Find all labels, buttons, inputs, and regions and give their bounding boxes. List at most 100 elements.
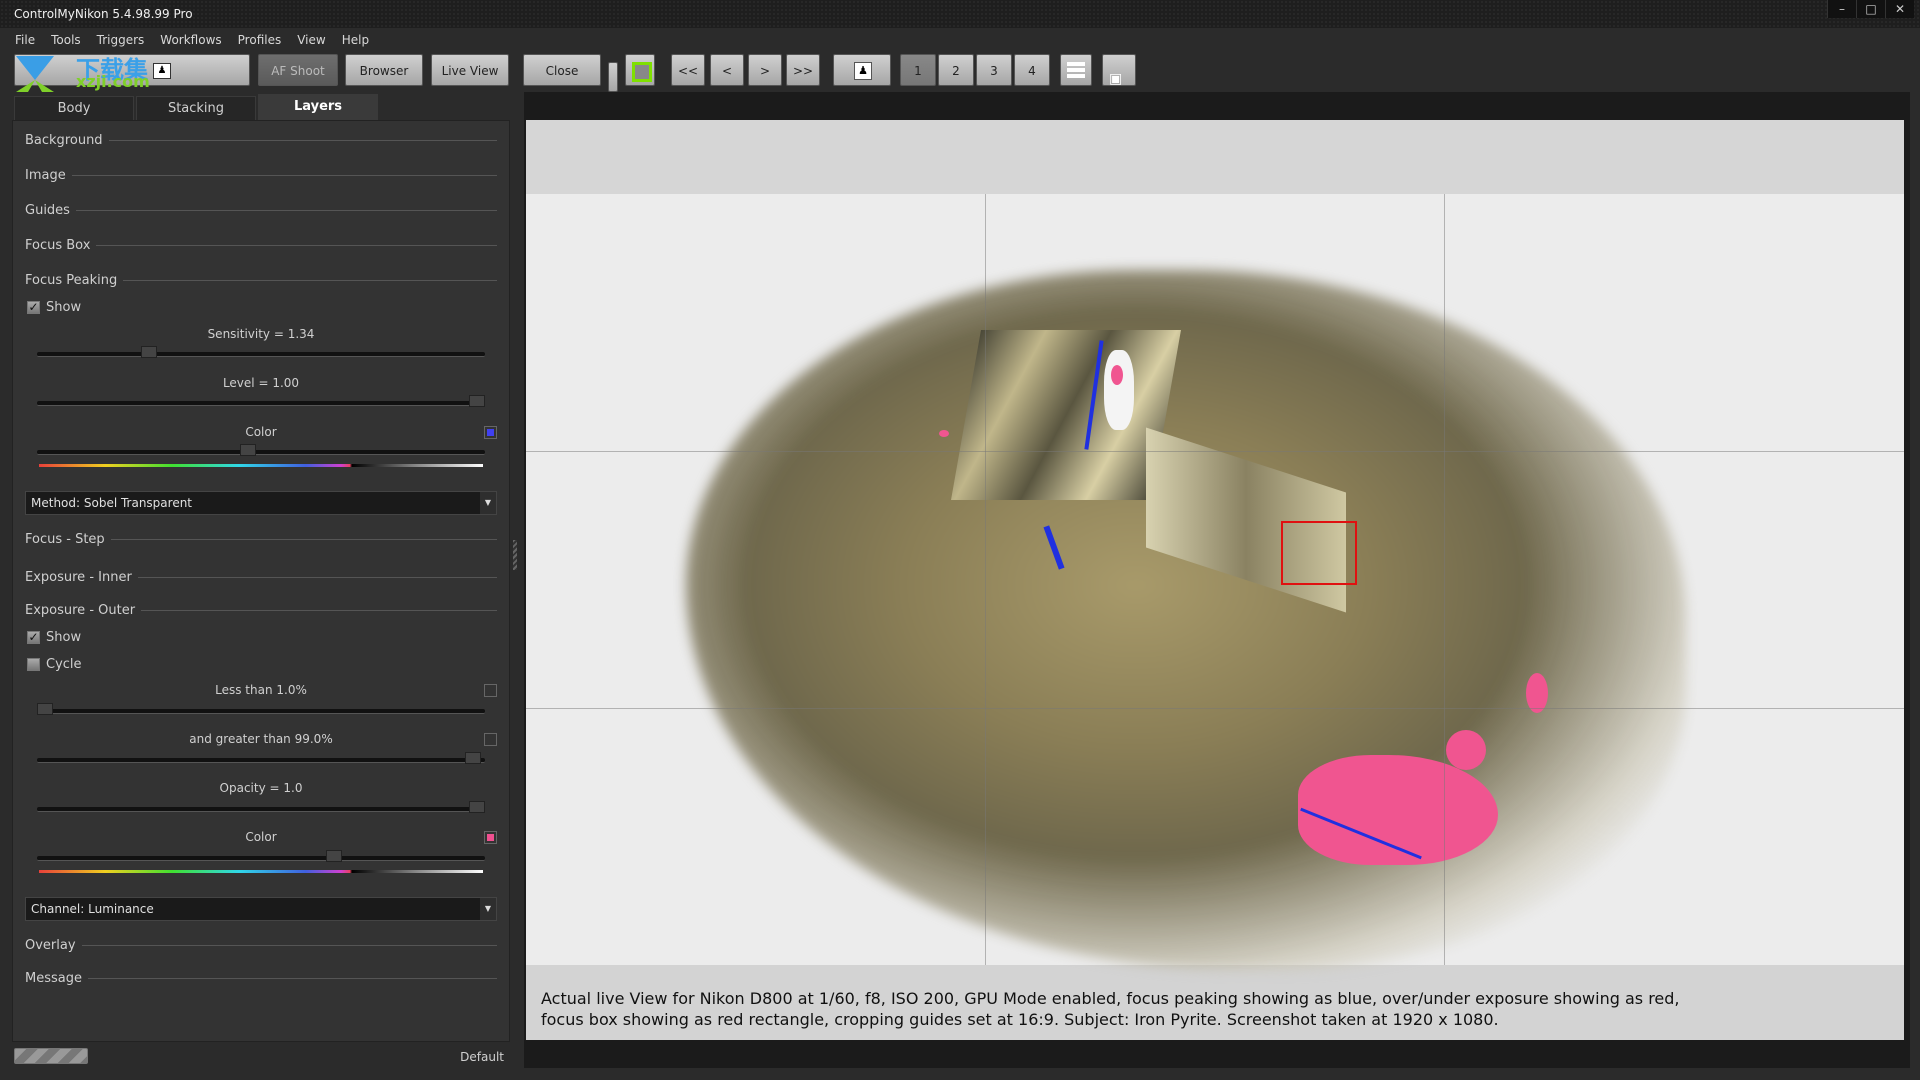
exposure-warning-region [939,430,949,437]
section-focus-box[interactable]: Focus Box [25,238,497,253]
close-live-view-button[interactable]: Close [523,54,601,86]
section-guides[interactable]: Guides [25,203,497,218]
minimize-button[interactable]: – [1827,0,1856,18]
color-chip [487,834,494,841]
panel-splitter[interactable] [513,540,517,570]
prev-button[interactable]: < [710,54,744,86]
section-background[interactable]: Background [25,133,497,148]
menu-view[interactable]: View [290,30,332,50]
hamburger-icon [1067,62,1085,78]
crop-guide-horizontal [526,708,1904,709]
window-controls: – □ ✕ [1827,0,1914,18]
exposure-color-swatch[interactable] [484,831,497,844]
af-shoot-button[interactable]: AF Shoot [258,54,338,86]
greater-than-checkbox[interactable] [484,733,497,746]
live-view-button[interactable]: Live View [431,54,509,86]
last-button[interactable]: >> [786,54,820,86]
section-exposure-inner[interactable]: Exposure - Inner [25,570,497,585]
menu-help[interactable]: Help [335,30,376,50]
menu-profiles[interactable]: Profiles [231,30,289,50]
chevron-down-icon: ▼ [480,898,496,920]
person-detect-button[interactable]: ♟ [833,54,891,86]
menu-triggers[interactable]: Triggers [90,30,152,50]
page-1-button[interactable]: 1 [900,54,936,86]
section-label: Focus Box [25,238,91,253]
less-than-label: Less than 1.0% [215,683,307,697]
tab-body[interactable]: Body [14,96,134,121]
section-message[interactable]: Message [25,971,497,986]
section-focus-step[interactable]: Focus - Step [25,532,497,547]
menu-workflows[interactable]: Workflows [153,30,228,50]
section-image[interactable]: Image [25,168,497,183]
section-focus-peaking[interactable]: Focus Peaking [25,273,497,288]
section-overlay[interactable]: Overlay [25,938,497,953]
slider-thumb[interactable] [240,444,257,456]
channel-dropdown[interactable]: Channel: Luminance ▼ [25,897,497,921]
live-view-image[interactable]: Actual live View for Nikon D800 at 1/60,… [526,120,1904,1040]
video-camera-button[interactable]: ▣ [1102,54,1136,87]
opacity-slider[interactable] [37,801,485,813]
close-window-button[interactable]: ✕ [1885,0,1914,18]
color-chip [487,429,494,436]
slider-thumb[interactable] [37,703,53,715]
crop-guide-vertical [985,194,986,965]
section-exposure-outer[interactable]: Exposure - Outer [25,603,497,618]
page-3-button[interactable]: 3 [976,54,1012,86]
overlay-toggle-button[interactable] [625,54,655,86]
person-icon: ♟ [854,62,872,80]
section-label: Overlay [25,938,76,953]
peaking-show-checkbox[interactable]: ✓ Show [27,300,81,315]
peaking-color-swatch[interactable] [484,426,497,439]
exposure-show-checkbox[interactable]: ✓ Show [27,630,81,645]
checkbox-checked-icon: ✓ [27,300,40,314]
page-4-button[interactable]: 4 [1014,54,1050,86]
exposure-color-slider[interactable] [37,850,485,862]
slider-thumb[interactable] [326,850,343,862]
green-frame-icon [632,62,652,82]
status-bar: Default [12,1046,510,1070]
section-label: Image [25,168,66,183]
watermark-logo [16,56,54,92]
mini-slider-handle[interactable] [608,62,618,92]
menu-lines-button[interactable] [1060,54,1092,86]
section-label: Guides [25,203,70,218]
tab-stacking[interactable]: Stacking [136,96,256,121]
section-label: Exposure - Inner [25,570,132,585]
next-button[interactable]: > [748,54,782,86]
maximize-button[interactable]: □ [1856,0,1885,18]
divider [87,978,497,979]
menu-file[interactable]: File [8,30,42,50]
menu-tools[interactable]: Tools [44,30,88,50]
greater-than-label: and greater than 99.0% [189,732,333,746]
exposure-cycle-checkbox[interactable]: Cycle [27,657,82,672]
checkbox-checked-icon: ✓ [27,630,40,644]
exposure-color-label: Color [245,830,277,844]
less-than-checkbox[interactable] [484,684,497,697]
tab-layers[interactable]: Layers [258,94,378,121]
slider-thumb[interactable] [464,752,481,764]
method-dropdown[interactable]: Method: Sobel Transparent ▼ [25,491,497,515]
page-2-button[interactable]: 2 [938,54,974,86]
divider [141,610,497,611]
level-slider[interactable] [37,395,485,407]
less-than-slider[interactable] [37,703,485,715]
watermark-subtext: xzji.com [76,72,150,91]
divider [96,245,497,246]
sensitivity-slider[interactable] [37,346,485,358]
exposure-warning-region [1526,673,1548,713]
slider-thumb[interactable] [469,801,485,813]
divider [137,577,497,578]
slider-thumb[interactable] [140,346,157,358]
peaking-color-slider[interactable] [37,444,485,456]
menu-bar: File Tools Triggers Workflows Profiles V… [0,30,376,50]
caption-line-1: Actual live View for Nikon D800 at 1/60,… [541,989,1680,1008]
first-button[interactable]: << [671,54,705,86]
greater-than-slider[interactable] [37,752,485,764]
checkbox-unchecked-icon [27,658,40,671]
slider-thumb[interactable] [469,395,485,407]
browser-button[interactable]: Browser [345,54,423,86]
hue-bar [39,464,483,467]
panel-tabs: Body Stacking Layers [14,94,380,122]
focus-box[interactable] [1281,521,1357,585]
peaking-color-label: Color [245,425,277,439]
